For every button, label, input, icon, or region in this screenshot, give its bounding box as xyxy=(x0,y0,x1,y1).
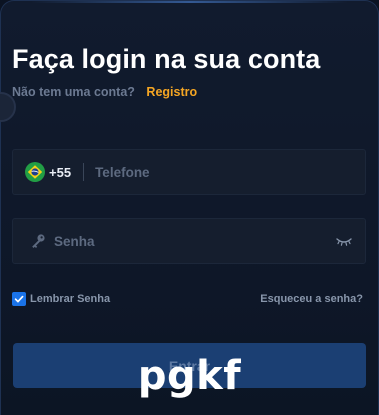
remember-label: Lembrar Senha xyxy=(30,293,111,305)
register-prompt: Não tem uma conta? Registro xyxy=(12,85,197,99)
remember-me[interactable]: Lembrar Senha xyxy=(12,292,110,306)
register-link[interactable]: Registro xyxy=(146,85,197,99)
key-icon xyxy=(32,234,45,248)
eye-closed-icon[interactable] xyxy=(336,235,352,247)
remember-checkbox[interactable] xyxy=(12,292,26,306)
password-input[interactable] xyxy=(46,219,336,263)
country-code[interactable]: +55 xyxy=(49,165,71,180)
password-field xyxy=(12,218,366,264)
page-title: Faça login na sua conta xyxy=(12,44,321,74)
checkmark-icon xyxy=(14,295,24,303)
login-screen: Faça login na sua conta Não tem uma cont… xyxy=(0,0,379,415)
no-account-text: Não tem uma conta? xyxy=(12,85,135,99)
login-options: Lembrar Senha Esqueceu a senha? xyxy=(12,292,363,308)
phone-field: +55 xyxy=(12,149,366,195)
panel-top-highlight xyxy=(31,1,348,3)
phone-input[interactable] xyxy=(84,150,365,194)
forgot-password-link[interactable]: Esqueceu a senha? xyxy=(260,292,363,306)
brazil-flag-icon[interactable] xyxy=(25,162,45,182)
watermark-logo: pgkf xyxy=(137,353,242,399)
